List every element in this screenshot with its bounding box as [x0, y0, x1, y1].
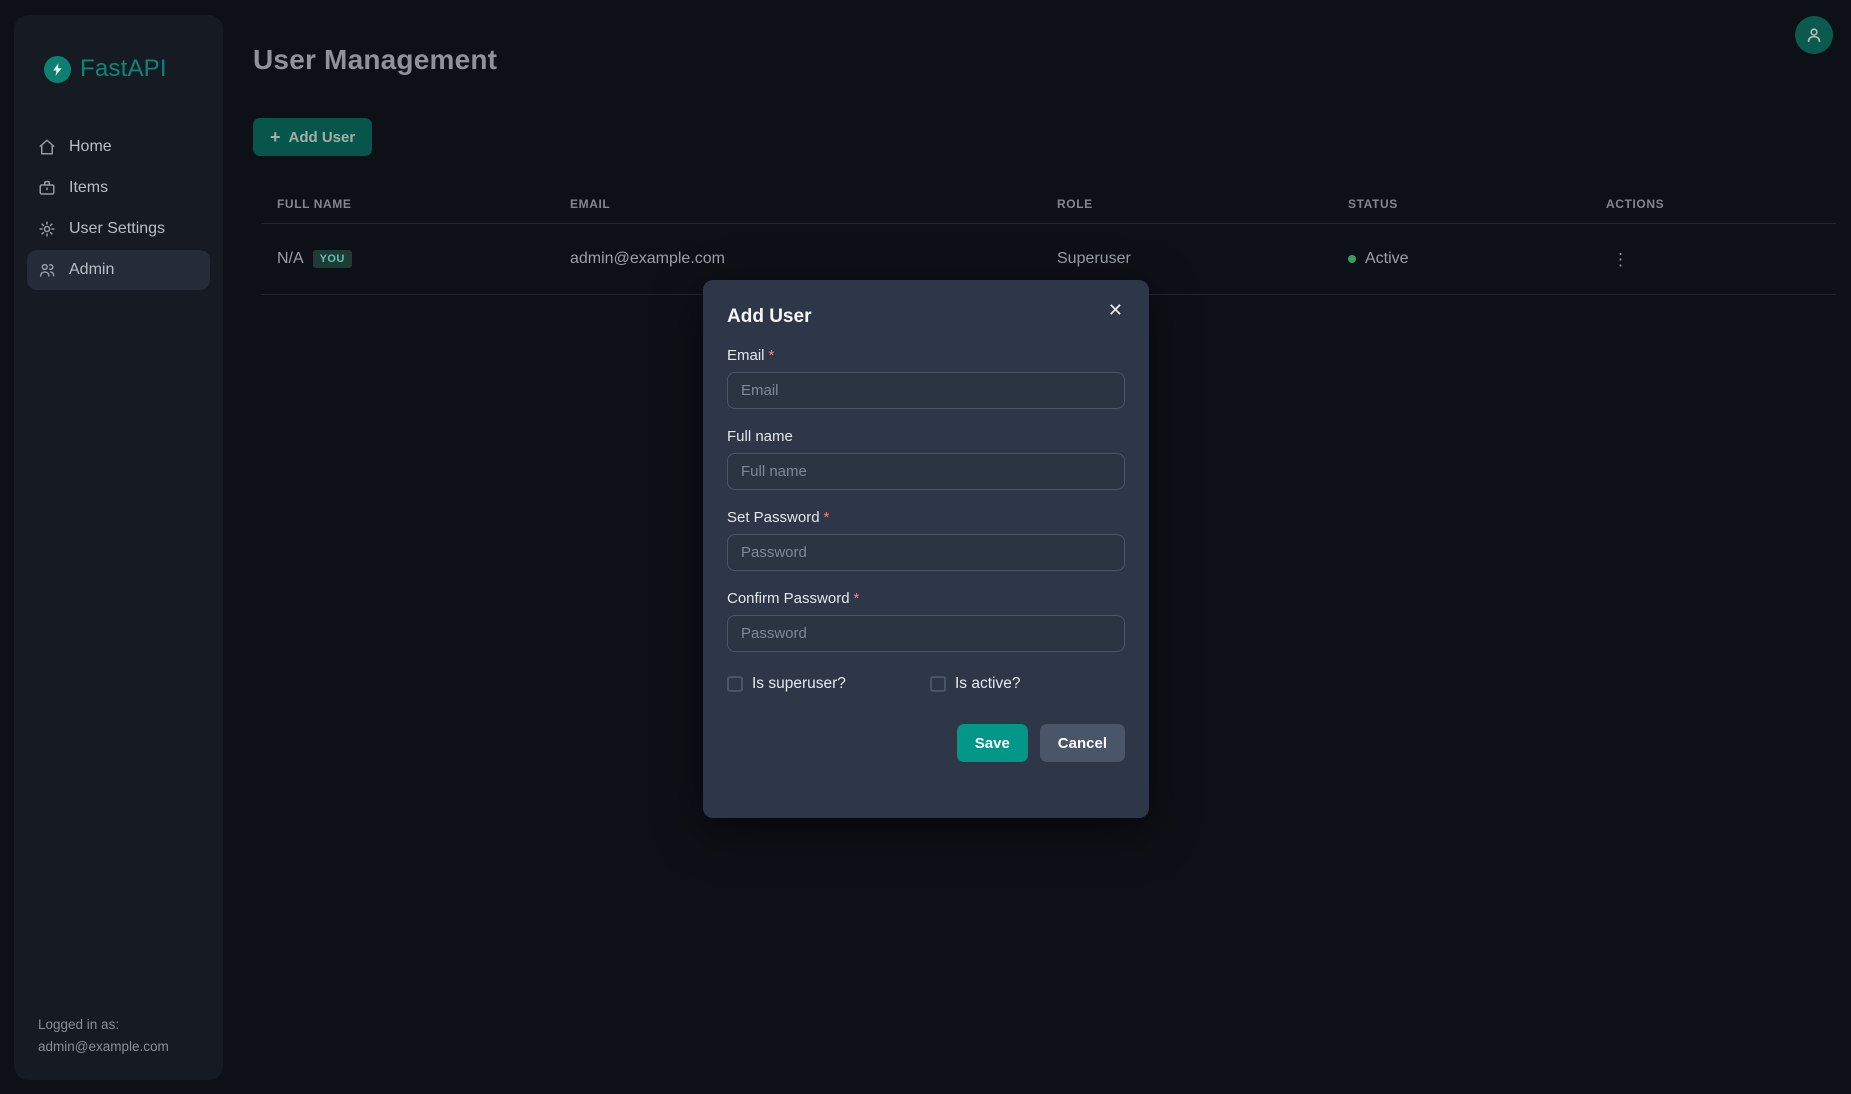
cell-actions: ⋮ — [1590, 249, 1836, 270]
column-header-actions: Actions — [1590, 197, 1836, 211]
cell-full-name: N/A YOU — [261, 250, 554, 268]
logged-in-label: Logged in as: — [38, 1014, 169, 1036]
is-active-label: Is active? — [955, 675, 1020, 693]
user-avatar-button[interactable] — [1795, 16, 1833, 54]
modal-title: Add User — [727, 306, 1125, 328]
save-button[interactable]: Save — [957, 724, 1028, 762]
is-superuser-checkbox[interactable] — [727, 676, 743, 692]
home-icon — [38, 138, 56, 156]
row-actions-kebab-icon[interactable]: ⋮ — [1606, 249, 1635, 270]
add-user-button-label: Add User — [289, 129, 356, 146]
full-name-label-text: Full name — [727, 428, 793, 445]
cell-email: admin@example.com — [554, 250, 1041, 268]
is-superuser-checkbox-item[interactable]: Is superuser? — [727, 675, 930, 693]
logged-in-email: admin@example.com — [38, 1036, 169, 1058]
confirm-password-label-text: Confirm Password — [727, 590, 850, 607]
sidebar-item-label: User Settings — [69, 220, 165, 238]
required-marker: * — [824, 509, 830, 526]
sidebar-item-label: Home — [69, 138, 112, 156]
column-header-status: Status — [1332, 197, 1590, 211]
column-header-full-name: Full name — [261, 197, 554, 211]
modal-actions: Save Cancel — [727, 724, 1125, 762]
briefcase-icon — [38, 179, 56, 197]
user-icon — [1804, 25, 1824, 45]
full-name-field-group: Full name — [727, 428, 1125, 490]
modal-checkboxes-row: Is superuser? Is active? — [727, 675, 1125, 693]
set-password-field-label: Set Password* — [727, 509, 1125, 526]
required-marker: * — [769, 347, 775, 364]
gear-icon — [38, 220, 56, 238]
email-field-label: Email* — [727, 347, 1125, 364]
add-user-modal: Add User ✕ Email* Full name Set Password… — [703, 280, 1149, 818]
brand-logo: FastAPI — [44, 55, 223, 83]
email-field-group: Email* — [727, 347, 1125, 409]
you-badge: YOU — [313, 250, 352, 268]
page-title: User Management — [253, 44, 497, 76]
email-field[interactable] — [727, 372, 1125, 409]
sidebar-nav: Home Items User Settings Admin — [14, 127, 223, 290]
full-name-field[interactable] — [727, 453, 1125, 490]
is-superuser-label: Is superuser? — [752, 675, 846, 693]
logged-in-info: Logged in as: admin@example.com — [38, 1014, 169, 1058]
set-password-label-text: Set Password — [727, 509, 820, 526]
status-label: Active — [1365, 250, 1409, 268]
sidebar-item-user-settings[interactable]: User Settings — [27, 209, 210, 249]
cell-status: Active — [1332, 250, 1590, 268]
full-name-value: N/A — [277, 250, 304, 268]
required-marker: * — [854, 590, 860, 607]
sidebar-item-label: Admin — [69, 261, 114, 279]
cancel-button[interactable]: Cancel — [1040, 724, 1125, 762]
brand-name: FastAPI — [80, 55, 167, 83]
plus-icon: + — [270, 128, 281, 146]
cell-role: Superuser — [1041, 250, 1332, 268]
table-header-row: Full name Email Role Status Actions — [261, 192, 1836, 224]
sidebar-item-admin[interactable]: Admin — [27, 250, 210, 290]
confirm-password-field-label: Confirm Password* — [727, 590, 1125, 607]
set-password-field[interactable] — [727, 534, 1125, 571]
sidebar-item-items[interactable]: Items — [27, 168, 210, 208]
confirm-password-field[interactable] — [727, 615, 1125, 652]
full-name-field-label: Full name — [727, 428, 1125, 445]
set-password-field-group: Set Password* — [727, 509, 1125, 571]
add-user-button[interactable]: + Add User — [253, 118, 372, 156]
users-icon — [38, 261, 56, 279]
email-label-text: Email — [727, 347, 765, 364]
column-header-email: Email — [554, 197, 1041, 211]
fastapi-bolt-icon — [44, 56, 71, 83]
sidebar-item-home[interactable]: Home — [27, 127, 210, 167]
sidebar: FastAPI Home Items User Settings Admin L… — [14, 15, 223, 1080]
confirm-password-field-group: Confirm Password* — [727, 590, 1125, 652]
is-active-checkbox-item[interactable]: Is active? — [930, 675, 1020, 693]
column-header-role: Role — [1041, 197, 1332, 211]
modal-close-icon[interactable]: ✕ — [1100, 296, 1131, 325]
status-active-dot — [1348, 255, 1356, 263]
is-active-checkbox[interactable] — [930, 676, 946, 692]
sidebar-item-label: Items — [69, 179, 108, 197]
